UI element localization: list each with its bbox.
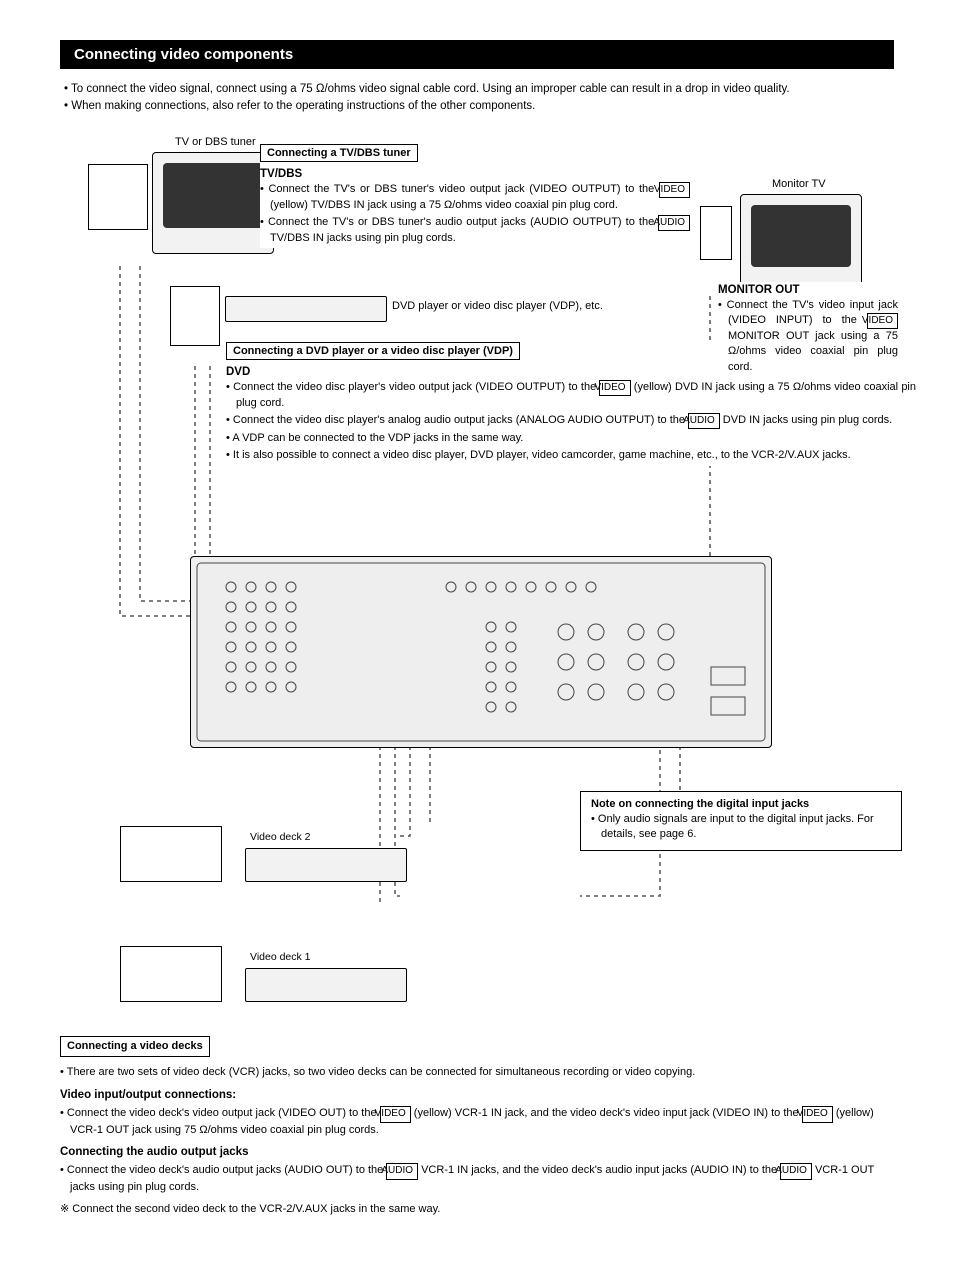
dvd-row-caption: DVD player or video disc player (VDP), e…	[392, 300, 603, 312]
monitor-tv-caption: Monitor TV	[772, 178, 826, 190]
intro-bullet-2: When making connections, also refer to t…	[64, 98, 894, 115]
video-label: VIDEO	[802, 1106, 833, 1123]
dvd-bullet-4: It is also possible to connect a video d…	[226, 448, 916, 463]
intro-bullets: To connect the video signal, connect usi…	[60, 81, 894, 116]
audio-out-head: Connecting the audio output jacks	[60, 1144, 894, 1161]
video-label: VIDEO	[867, 313, 898, 329]
monitor-out-block: MONITOR OUT Connect the TV's video input…	[718, 282, 898, 378]
intro-bullet-1: To connect the video signal, connect usi…	[64, 81, 894, 98]
digital-input-note: Note on connecting the digital input jac…	[580, 791, 902, 852]
connection-diagram: TV or DBS tuner Monitor TV Connecting a …	[60, 136, 894, 1016]
second-deck-note: ※ Connect the second video deck to the V…	[60, 1202, 894, 1218]
audio-label: AUDIO	[386, 1163, 418, 1180]
dvd-player-device	[225, 296, 387, 322]
video-label: VIDEO	[380, 1106, 411, 1123]
monitor-tv-jack-panel	[700, 206, 732, 260]
video-decks-title: Connecting a video decks	[60, 1036, 210, 1058]
dvd-bullet-3: A VDP can be connected to the VDP jacks …	[226, 431, 916, 446]
tv-dbs-tuner-caption: TV or DBS tuner	[175, 136, 256, 148]
video-deck-1-label: Video deck 1	[250, 951, 311, 963]
video-decks-p1: • There are two sets of video deck (VCR)…	[60, 1065, 894, 1081]
audio-label: AUDIO	[780, 1163, 812, 1180]
tv-dbs-bullet-2: Connect the TV's or DBS tuner's audio ou…	[260, 215, 690, 246]
connecting-video-decks-section: Connecting a video decks • There are two…	[60, 1036, 894, 1218]
tv-dbs-title: Connecting a TV/DBS tuner	[260, 144, 418, 162]
tv-dbs-head: TV/DBS	[260, 168, 690, 180]
monitor-tv-device	[740, 194, 862, 291]
video-deck-2-label: Video deck 2	[250, 831, 311, 843]
video-deck-1-device	[245, 968, 407, 1002]
monitor-out-head: MONITOR OUT	[718, 284, 898, 296]
monitor-out-bullet: Connect the TV's video input jack (VIDEO…	[718, 298, 898, 376]
video-deck-1-jack-panel	[120, 946, 222, 1002]
digital-note-body: Only audio signals are input to the digi…	[591, 812, 891, 843]
video-deck-2-device	[245, 848, 407, 882]
video-io-head: Video input/output connections:	[60, 1087, 894, 1104]
video-label: VIDEO	[659, 182, 690, 198]
digital-note-title: Note on connecting the digital input jac…	[591, 798, 891, 810]
audio-label: AUDIO	[658, 215, 690, 231]
tv-dbs-tuner-device	[152, 152, 274, 254]
video-io-p: • Connect the video deck's video output …	[60, 1106, 894, 1138]
dvd-bullet-1: Connect the video disc player's video ou…	[226, 380, 916, 411]
tv-dbs-block: Connecting a TV/DBS tuner TV/DBS Connect…	[260, 144, 690, 249]
audio-label: AUDIO	[688, 413, 720, 429]
section-title: Connecting video components	[60, 40, 894, 69]
video-label: VIDEO	[599, 380, 630, 396]
dvd-bullet-2: Connect the video disc player's analog a…	[226, 413, 916, 429]
dvd-title: Connecting a DVD player or a video disc …	[226, 342, 520, 360]
audio-out-p: • Connect the video deck's audio output …	[60, 1163, 894, 1195]
video-deck-2-jack-panel	[120, 826, 222, 882]
tv-dbs-jack-panel	[88, 164, 148, 230]
receiver-rear-panel	[190, 556, 772, 748]
tv-dbs-bullet-1: Connect the TV's or DBS tuner's video ou…	[260, 182, 690, 213]
dvd-jack-panel	[170, 286, 220, 346]
